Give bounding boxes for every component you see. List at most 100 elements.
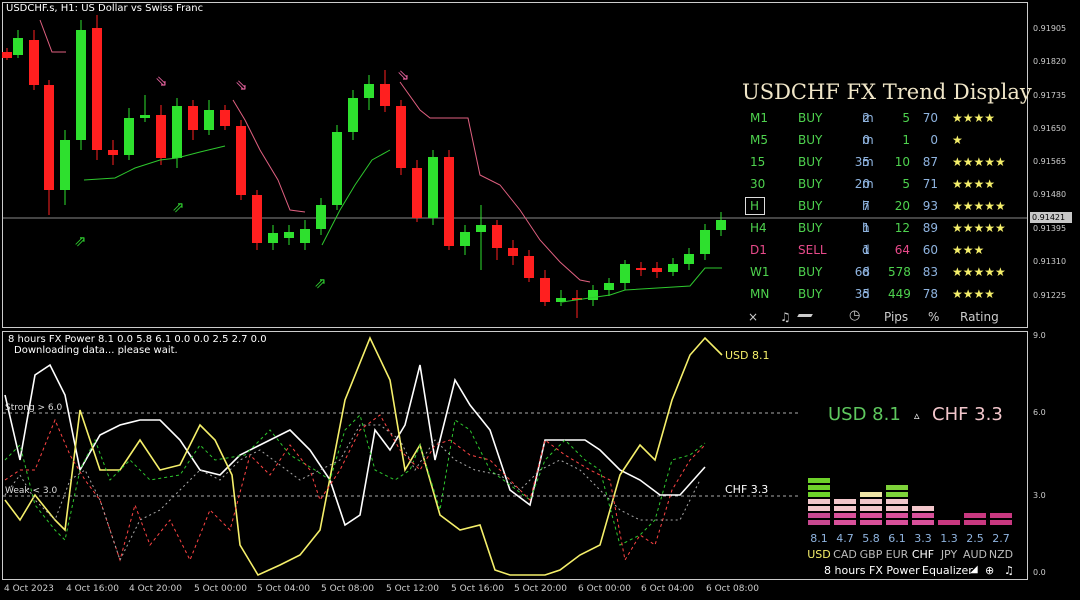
- candle-body: [588, 290, 598, 300]
- candle-body: [140, 115, 150, 118]
- timeframe-cell: 30: [750, 177, 766, 191]
- candle-body: [364, 84, 374, 98]
- candle-body: [396, 106, 406, 168]
- resize-icon[interactable]: ◢: [970, 564, 978, 575]
- price-axis-label: 0.91395: [1033, 224, 1067, 233]
- price-axis-label: 0.91905: [1033, 24, 1067, 33]
- equalizer-currency-eur[interactable]: EUR: [884, 548, 910, 561]
- equalizer-bar-usd: [808, 520, 830, 525]
- equalizer-bar-gbp: [860, 513, 882, 518]
- sound-icon[interactable]: ♫: [780, 310, 791, 324]
- timeframe-cell: M1: [750, 111, 768, 125]
- candle-body: [540, 278, 550, 302]
- rating-stars: ★★★★★: [952, 221, 1006, 235]
- candle-body: [620, 264, 630, 283]
- time-axis-label: 4 Oct 16:00: [66, 584, 119, 594]
- candle-body: [108, 150, 118, 155]
- jpy-strength-line: [4, 414, 706, 562]
- equalizer-currency-gbp[interactable]: GBP: [858, 548, 884, 561]
- candle-body: [716, 220, 726, 230]
- candle-body: [524, 256, 534, 278]
- rating-stars: ★★★★: [952, 111, 996, 125]
- candle-body: [428, 157, 438, 218]
- equalizer-period-button[interactable]: 8 hours: [824, 564, 865, 577]
- candle-body: [412, 168, 422, 218]
- candle-body: [284, 232, 294, 238]
- equalizer-value-eur: 6.1: [888, 532, 906, 545]
- buy-arrow-icon: ⇗: [172, 198, 185, 216]
- chf-line-label: CHF 3.3: [725, 483, 769, 496]
- pips-cell: 1: [902, 133, 910, 147]
- signal-cell: BUY: [798, 287, 823, 301]
- candle-body: [604, 283, 614, 290]
- equalizer-currency-nzd[interactable]: NZD: [988, 548, 1014, 561]
- pips-cell: 20: [894, 199, 910, 213]
- equalizer-bar-aud: [964, 520, 986, 525]
- indicator-axis-label: 0.0: [1033, 568, 1046, 577]
- price-axis-label: 0.91310: [1033, 257, 1067, 266]
- support-line: [83, 145, 226, 181]
- equalizer-currency-jpy[interactable]: JPY: [936, 548, 962, 561]
- rating-stars: ★★★★★: [952, 265, 1006, 279]
- headline-usd-strength: USD 8.1: [828, 404, 901, 425]
- indicator-status: Downloading data... please wait.: [14, 345, 178, 356]
- signal-cell: BUY: [798, 221, 823, 235]
- strong-level-label: Strong > 6.0: [5, 403, 63, 413]
- equalizer-currency-aud[interactable]: AUD: [962, 548, 988, 561]
- pips-cell: 12: [894, 221, 910, 235]
- rating-stars: ★★★★★: [952, 155, 1006, 169]
- equalizer-currency-usd[interactable]: USD: [806, 548, 832, 561]
- candle-body: [44, 85, 54, 190]
- chart-title: USDCHF.s, H1: US Dollar vs Swiss Franc: [6, 3, 204, 14]
- candle-body: [204, 110, 214, 130]
- rating-stars: ★★★★: [952, 177, 996, 191]
- candle-body: [124, 118, 134, 155]
- pips-cell: 5: [902, 177, 910, 191]
- price-axis-label: 0.91820: [1033, 57, 1067, 66]
- percent-header: %: [928, 310, 940, 324]
- candle-body: [300, 229, 310, 243]
- sound-icon[interactable]: ♫: [1004, 564, 1014, 577]
- candle-body: [668, 264, 678, 272]
- signal-cell: BUY: [798, 177, 823, 191]
- rating-stars: ★★★: [952, 243, 985, 257]
- candle-body: [268, 233, 278, 243]
- equalizer-mode-button[interactable]: Equalizer: [922, 564, 973, 577]
- candle-body: [636, 268, 646, 270]
- equalizer-bar-usd: [808, 499, 830, 504]
- equalizer-bar-cad: [834, 506, 856, 511]
- timeframe-cell: H4: [750, 221, 767, 235]
- candle-body: [60, 140, 70, 190]
- usd-strength-line: [4, 336, 723, 577]
- equalizer-currency-cad[interactable]: CAD: [832, 548, 858, 561]
- time-axis-label: 4 Oct 20:00: [129, 584, 182, 594]
- candle-body: [380, 84, 390, 106]
- equalizer-bar-chf: [912, 506, 934, 511]
- time-axis-label: 5 Oct 00:00: [194, 584, 247, 594]
- equalizer-bar-eur: [886, 485, 908, 490]
- rating-stars: ★★★★: [952, 287, 996, 301]
- buy-arrow-icon: ⇗: [314, 274, 327, 292]
- close-icon[interactable]: ×: [748, 310, 758, 324]
- rating-stars: ★★★★★: [952, 199, 1006, 213]
- support-line: [561, 267, 722, 303]
- duration-unit-cell: m: [862, 111, 874, 125]
- dash-icon[interactable]: [797, 314, 813, 317]
- equalizer-bar-gbp: [860, 506, 882, 511]
- time-axis-label: 5 Oct 12:00: [386, 584, 439, 594]
- duration-unit-cell: d: [862, 243, 870, 257]
- equalizer-bar-gbp: [860, 520, 882, 525]
- equalizer-bar-usd: [808, 492, 830, 497]
- candle-body: [172, 106, 182, 158]
- indicator-axis-label: 6.0: [1033, 408, 1046, 417]
- equalizer-currency-chf[interactable]: CHF: [910, 548, 936, 561]
- candle-body: [348, 98, 358, 132]
- pips-cell: 10: [894, 155, 910, 169]
- price-axis-label: 0.91480: [1033, 190, 1067, 199]
- time-axis-label: 5 Oct 16:00: [451, 584, 504, 594]
- equalizer-bar-chf: [912, 520, 934, 525]
- crosshair-icon[interactable]: ⊕: [985, 564, 994, 577]
- signal-cell: BUY: [798, 265, 823, 279]
- pips-cell: 578: [888, 265, 911, 279]
- pips-cell: 5: [902, 111, 910, 125]
